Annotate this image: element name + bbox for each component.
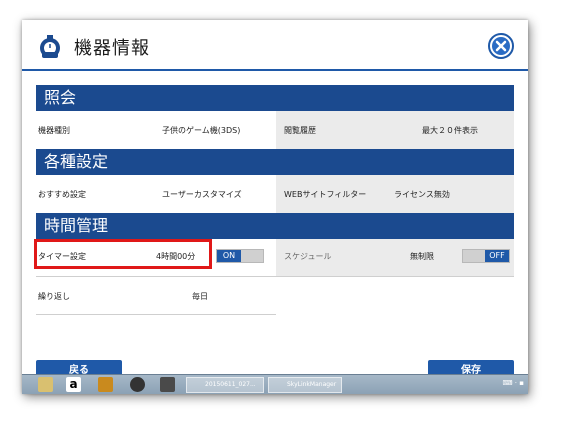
timer-highlight-box [34,239,212,269]
app-icon[interactable] [98,377,113,392]
row-web-filter[interactable]: WEBサイトフィルター ライセンス無効 [276,175,514,213]
header: 機器情報 [22,20,528,71]
web-filter-value: ライセンス無効 [394,190,450,199]
network-icon[interactable]: ▪ [519,379,524,387]
speaker-icon[interactable]: · [515,379,517,387]
camera-icon[interactable] [130,377,145,392]
row-repeat[interactable]: 繰り返し 毎日 [36,277,276,315]
schedule-label: スケジュール [284,252,332,261]
section-settings: 各種設定 [36,149,514,175]
schedule-toggle-label: OFF [485,250,509,262]
schedule-value: 無制限 [410,252,434,261]
history-value: 最大２０件表示 [422,126,478,135]
keyboard-icon[interactable]: ⌨ [502,379,512,387]
taskbar-task-2[interactable]: SkyLinkManager [268,377,342,393]
photo-icon[interactable] [160,377,175,392]
row-schedule[interactable]: スケジュール 無制限 OFF [276,239,514,277]
device-type-value: 子供のゲーム機(3DS) [162,126,241,135]
row-divider [36,314,276,315]
recommended-label: おすすめ設定 [38,190,86,199]
content: 照会 機器種別 子供のゲーム機(3DS) 閲覧履歴 最大２０件表示 各種設定 お… [22,71,528,394]
section-time: 時間管理 [36,213,514,239]
stopwatch-icon [40,35,60,58]
section-inquiry: 照会 [36,85,514,111]
page-title: 機器情報 [74,38,150,59]
web-filter-label: WEBサイトフィルター [284,190,367,199]
history-label: 閲覧履歴 [284,126,316,135]
close-icon[interactable] [488,33,514,59]
timer-toggle-label: ON [217,250,241,262]
row-recommended[interactable]: おすすめ設定 ユーザーカスタマイズ [36,175,276,213]
recommended-value: ユーザーカスタマイズ [162,190,242,199]
taskbar: a 20150611_027... SkyLinkManager ⌨ · ▪ [22,374,528,394]
amazon-icon[interactable]: a [66,377,81,392]
row-history[interactable]: 閲覧履歴 最大２０件表示 [276,111,514,149]
taskbar-task-1[interactable]: 20150611_027... [186,377,264,393]
file-explorer-icon[interactable] [38,377,53,392]
schedule-toggle[interactable]: OFF [462,249,510,263]
timer-toggle[interactable]: ON [216,249,264,263]
system-tray: ⌨ · ▪ [502,379,524,387]
repeat-value: 毎日 [192,292,208,301]
repeat-label: 繰り返し [38,292,70,301]
app-window: 機器情報 照会 機器種別 子供のゲーム機(3DS) 閲覧履歴 最大２０件表示 各… [22,20,528,394]
row-device-type: 機器種別 子供のゲーム機(3DS) [36,111,276,149]
device-type-label: 機器種別 [38,126,70,135]
